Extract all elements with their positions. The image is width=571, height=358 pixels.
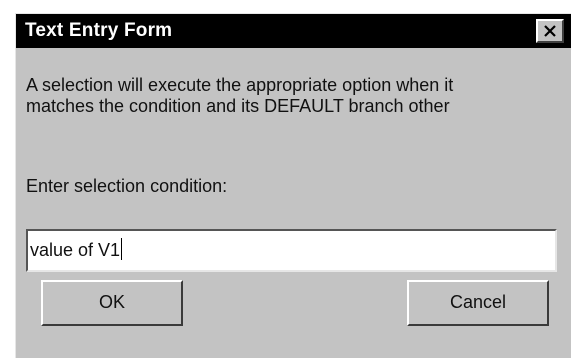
close-button[interactable]: [536, 19, 564, 43]
condition-input[interactable]: value of V1: [26, 229, 557, 272]
condition-label: Enter selection condition:: [26, 176, 228, 196]
close-icon: [544, 25, 556, 37]
ok-button[interactable]: OK: [41, 280, 183, 326]
window-title: Text Entry Form: [25, 20, 173, 41]
description-line-1: A selection will execute the appropriate…: [26, 75, 454, 95]
description-text: A selection will execute the appropriate…: [26, 75, 566, 117]
cancel-button[interactable]: Cancel: [407, 280, 549, 326]
title-bar[interactable]: Text Entry Form: [16, 14, 571, 48]
description-line-2: matches the condition and its DEFAULT br…: [26, 96, 450, 116]
condition-input-value: value of V1: [30, 240, 121, 260]
text-caret: [121, 238, 123, 260]
text-entry-dialog: Text Entry Form A selection will execute…: [15, 13, 571, 358]
